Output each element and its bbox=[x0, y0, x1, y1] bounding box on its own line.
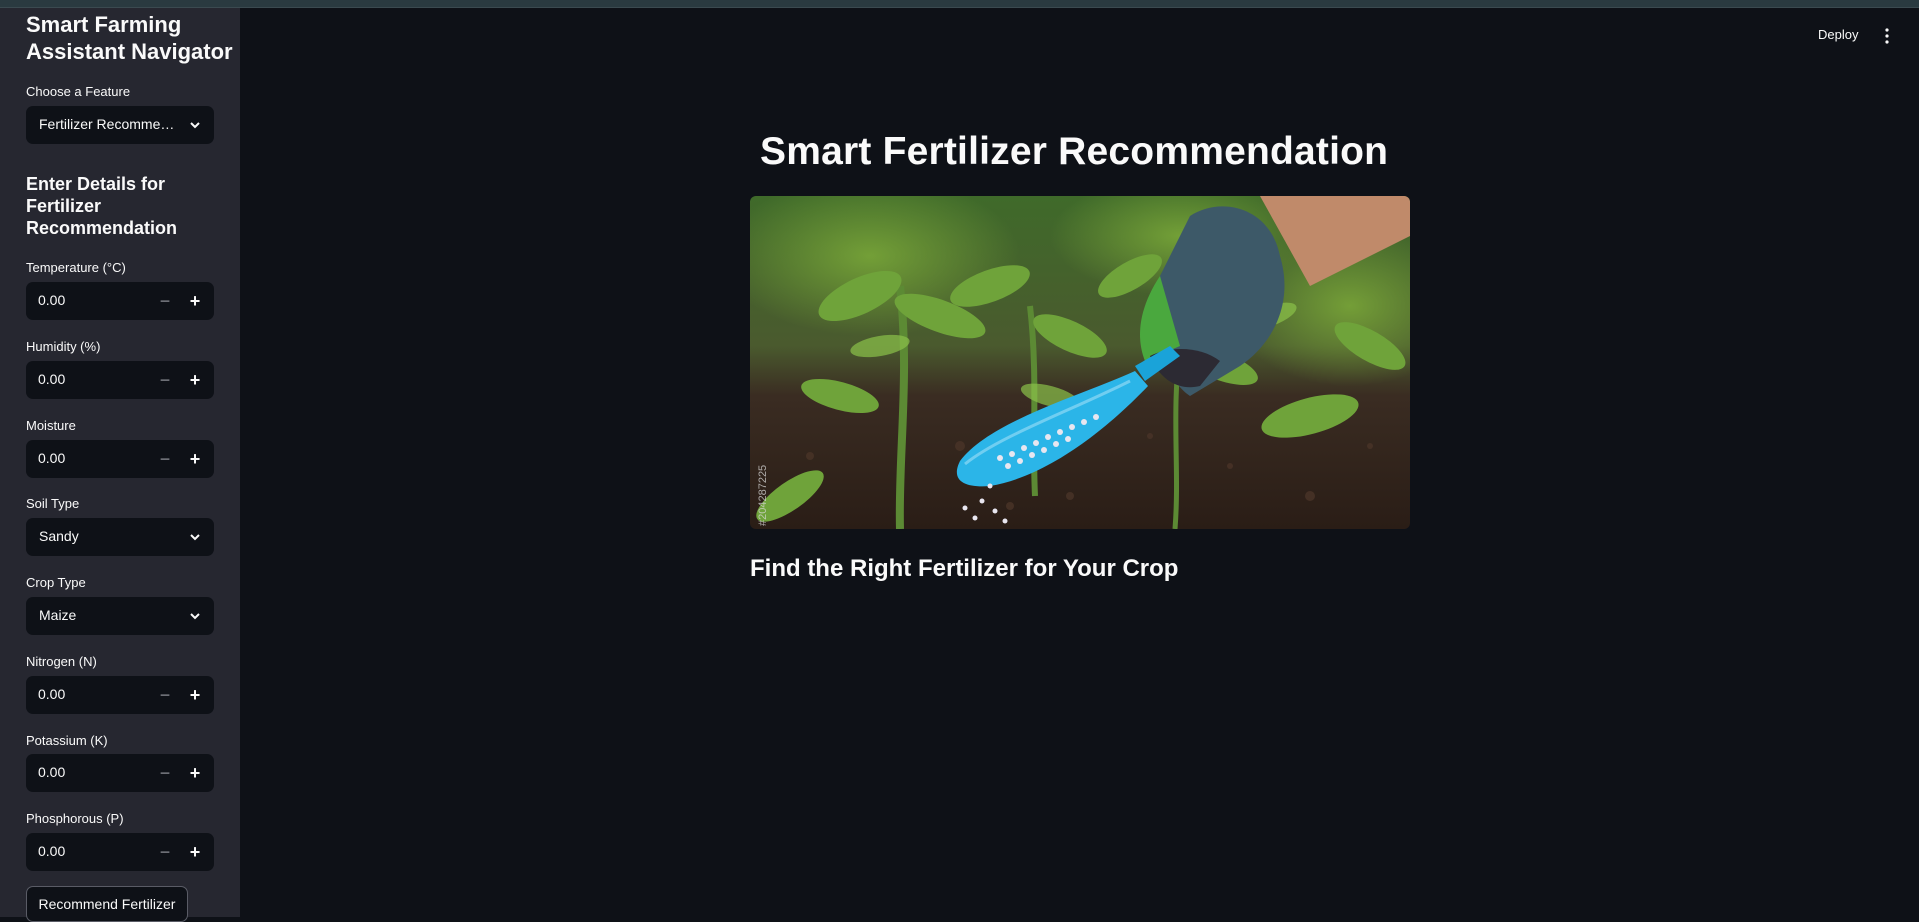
subheader: Find the Right Fertilizer for Your Crop bbox=[750, 555, 1179, 582]
deploy-button[interactable]: Deploy bbox=[1818, 27, 1858, 42]
nitrogen-value: 0.00 bbox=[38, 686, 66, 702]
moisture-input[interactable]: 0.00 − + bbox=[26, 440, 214, 478]
section-title: Enter Details for Fertilizer Recommendat… bbox=[26, 174, 178, 238]
potassium-decrement-button[interactable]: − bbox=[152, 760, 178, 786]
phosphorous-input[interactable]: 0.00 − + bbox=[26, 833, 214, 871]
page-title: Smart Fertilizer Recommendation bbox=[760, 130, 1389, 173]
humidity-value: 0.00 bbox=[38, 371, 66, 387]
crop-type-select[interactable]: Maize bbox=[26, 597, 214, 635]
nitrogen-increment-button[interactable]: + bbox=[182, 682, 208, 708]
hero-image: #204287225 bbox=[750, 196, 1410, 529]
humidity-input[interactable]: 0.00 − + bbox=[26, 361, 214, 399]
browser-top-strip bbox=[0, 0, 1919, 8]
potassium-increment-button[interactable]: + bbox=[182, 760, 208, 786]
soil-type-label: Soil Type bbox=[26, 496, 80, 511]
image-watermark: #204287225 bbox=[757, 465, 769, 526]
sidebar-title: Smart Farming Assistant Navigator bbox=[26, 12, 233, 64]
potassium-label: Potassium (K) bbox=[26, 733, 108, 748]
humidity-label: Humidity (%) bbox=[26, 339, 101, 354]
temperature-value: 0.00 bbox=[38, 292, 66, 308]
temperature-label: Temperature (°C) bbox=[26, 260, 126, 275]
temperature-decrement-button[interactable]: − bbox=[152, 288, 178, 314]
chevron-down-icon bbox=[190, 613, 200, 620]
crop-type-label: Crop Type bbox=[26, 575, 86, 590]
temperature-increment-button[interactable]: + bbox=[182, 288, 208, 314]
fertilizer-garden-illustration: #204287225 bbox=[750, 196, 1410, 529]
humidity-decrement-button[interactable]: − bbox=[152, 367, 178, 393]
potassium-input[interactable]: 0.00 − + bbox=[26, 754, 214, 792]
feature-select-value: Fertilizer Recommendation bbox=[39, 116, 179, 132]
soil-type-select[interactable]: Sandy bbox=[26, 518, 214, 556]
nitrogen-decrement-button[interactable]: − bbox=[152, 682, 178, 708]
feature-select[interactable]: Fertilizer Recommendation bbox=[26, 106, 214, 144]
moisture-label: Moisture bbox=[26, 418, 76, 433]
chevron-down-icon bbox=[190, 122, 200, 129]
nitrogen-input[interactable]: 0.00 − + bbox=[26, 676, 214, 714]
moisture-increment-button[interactable]: + bbox=[182, 446, 208, 472]
kebab-menu-icon[interactable] bbox=[1882, 27, 1892, 45]
humidity-increment-button[interactable]: + bbox=[182, 367, 208, 393]
phosphorous-decrement-button[interactable]: − bbox=[152, 839, 178, 865]
nitrogen-label: Nitrogen (N) bbox=[26, 654, 97, 669]
crop-type-value: Maize bbox=[39, 607, 77, 623]
soil-type-value: Sandy bbox=[39, 528, 79, 544]
feature-label: Choose a Feature bbox=[26, 84, 131, 99]
chevron-down-icon bbox=[190, 534, 200, 541]
phosphorous-value: 0.00 bbox=[38, 843, 66, 859]
temperature-input[interactable]: 0.00 − + bbox=[26, 282, 214, 320]
sidebar: Smart Farming Assistant Navigator Choose… bbox=[0, 0, 240, 922]
phosphorous-label: Phosphorous (P) bbox=[26, 811, 124, 826]
phosphorous-increment-button[interactable]: + bbox=[182, 839, 208, 865]
moisture-value: 0.00 bbox=[38, 450, 66, 466]
moisture-decrement-button[interactable]: − bbox=[152, 446, 178, 472]
potassium-value: 0.00 bbox=[38, 764, 66, 780]
